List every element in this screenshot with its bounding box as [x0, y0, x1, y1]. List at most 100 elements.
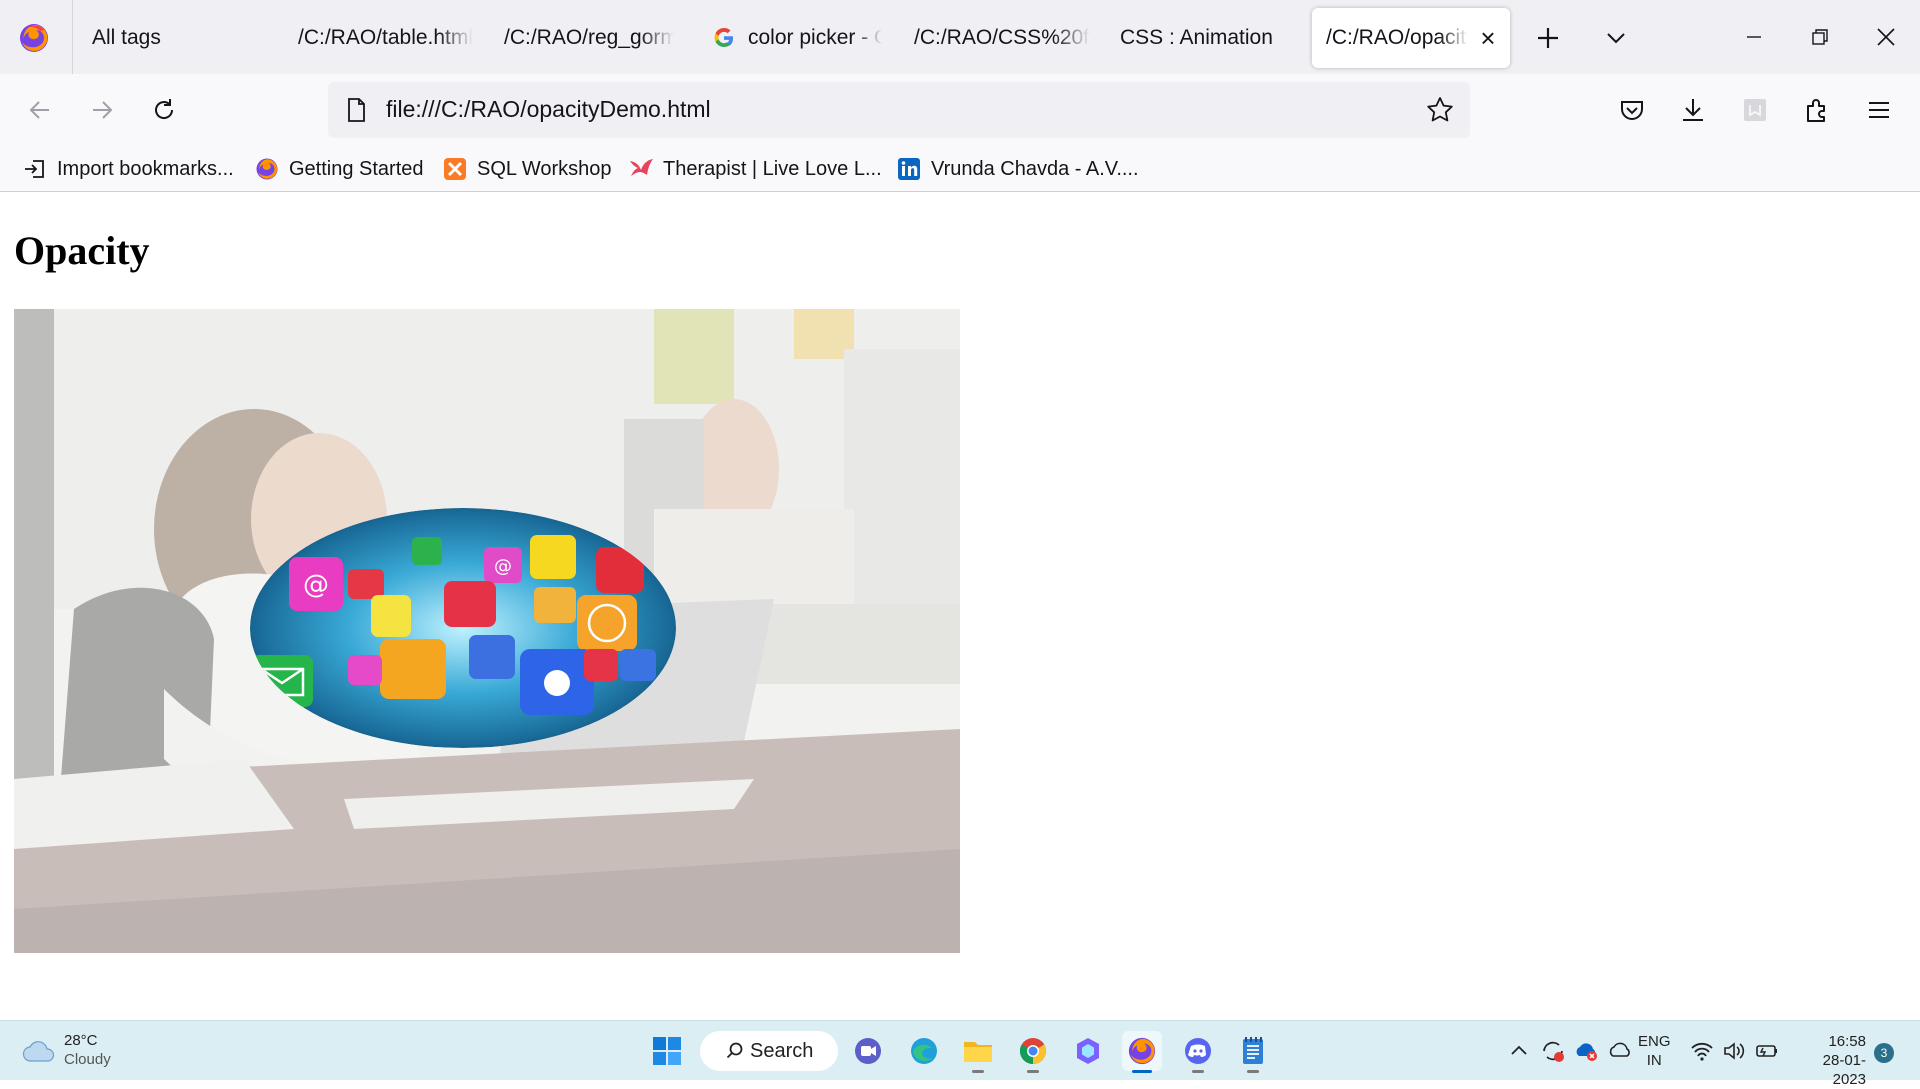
extension-button[interactable]	[1733, 88, 1777, 132]
puzzle-icon	[1807, 99, 1825, 122]
new-tab-button[interactable]	[1528, 18, 1568, 58]
running-indicator	[1027, 1070, 1039, 1073]
wifi-icon	[1691, 1042, 1713, 1061]
bookmark-sql-workshop[interactable]: SQL Workshop	[442, 152, 612, 186]
edge-browser-icon	[911, 1038, 937, 1064]
clock-date: 28-01-2023	[1822, 1052, 1866, 1088]
chrome-icon	[1019, 1038, 1047, 1065]
taskbar-meet[interactable]	[848, 1031, 888, 1071]
forward-button[interactable]	[80, 88, 124, 132]
weather-widget[interactable]: 28°C Cloudy	[22, 1031, 111, 1069]
taskbar-edge[interactable]	[904, 1031, 944, 1071]
firefox-icon	[254, 156, 280, 182]
battery-icon	[1756, 1045, 1777, 1057]
onedrive-error-icon[interactable]	[1574, 1038, 1600, 1064]
folder-icon	[964, 1042, 992, 1062]
url-bar[interactable]: file:///C:/RAO/opacityDemo.html	[328, 82, 1470, 138]
taskbar-chrome[interactable]	[1013, 1031, 1053, 1073]
quick-settings[interactable]	[1690, 1035, 1780, 1067]
start-button[interactable]	[647, 1031, 687, 1071]
language-code: ENG	[1638, 1033, 1671, 1050]
tab-label: /C:/RAO/opacity	[1326, 26, 1468, 49]
running-indicator	[1192, 1070, 1204, 1073]
tab-opacity-demo[interactable]: /C:/RAO/opacity ×	[1312, 8, 1510, 68]
video-chat-icon	[855, 1038, 881, 1064]
tab-label: /C:/RAO/reg_gorm...	[504, 26, 674, 49]
tab-label: /C:/RAO/table.html	[298, 26, 474, 49]
region-code: IN	[1646, 1052, 1662, 1069]
url-text[interactable]: file:///C:/RAO/opacityDemo.html	[386, 96, 711, 123]
taskbar-firefox[interactable]	[1122, 1031, 1162, 1073]
svg-text:@: @	[494, 556, 512, 577]
notepad-icon	[1243, 1037, 1263, 1064]
linkedin-icon	[896, 156, 922, 182]
bookmark-star-icon[interactable]	[1424, 94, 1456, 126]
bookmark-label: Vrunda Chavda - A.V....	[931, 157, 1139, 180]
tab-table-html[interactable]: /C:/RAO/table.html	[298, 8, 474, 68]
onedrive-icon[interactable]	[1608, 1038, 1634, 1064]
tab-color-picker[interactable]: color picker - G	[712, 8, 882, 68]
back-button[interactable]	[18, 88, 62, 132]
reload-icon	[155, 99, 174, 119]
search-icon	[726, 1042, 743, 1059]
firefox-menu-icon[interactable]	[18, 22, 50, 54]
tab-strip: All tags /C:/RAO/table.html /C:/RAO/reg_…	[0, 0, 1920, 74]
taskbar-file-explorer[interactable]	[958, 1031, 998, 1073]
firefox-icon	[1128, 1037, 1156, 1065]
tab-separator	[72, 0, 73, 74]
minimize-button[interactable]	[1722, 0, 1786, 74]
arrow-left-icon	[29, 101, 49, 119]
chevron-up-icon[interactable]	[1508, 1040, 1530, 1062]
minimize-icon	[1747, 36, 1761, 38]
system-tray	[1508, 1035, 1634, 1067]
input-language[interactable]: ENG IN	[1638, 1032, 1671, 1070]
windows-logo-icon	[653, 1037, 681, 1065]
svg-text:@: @	[303, 570, 329, 600]
sync-icon[interactable]	[1540, 1038, 1566, 1064]
taskbar-search[interactable]: Search	[700, 1031, 838, 1071]
bookmarks-toolbar: Import bookmarks... Getting Started SQL …	[0, 146, 1920, 192]
tab-all-tags[interactable]: All tags	[92, 8, 282, 68]
pocket-icon	[1621, 101, 1643, 120]
clock-time: 16:58	[1828, 1033, 1866, 1050]
downloads-button[interactable]	[1671, 88, 1715, 132]
list-all-tabs-button[interactable]	[1596, 18, 1636, 58]
extensions-menu-button[interactable]	[1795, 88, 1839, 132]
tab-reg-gorm[interactable]: /C:/RAO/reg_gorm...	[504, 8, 674, 68]
clock[interactable]: 16:58 28-01-2023	[1790, 1032, 1866, 1089]
pocket-button[interactable]	[1610, 88, 1654, 132]
close-tab-icon[interactable]: ×	[1474, 23, 1502, 54]
bookmark-getting-started[interactable]: Getting Started	[254, 152, 424, 186]
app-menu-button[interactable]	[1857, 88, 1901, 132]
search-label: Search	[750, 1039, 814, 1062]
close-window-button[interactable]	[1854, 0, 1918, 74]
page-info-icon[interactable]	[342, 96, 370, 124]
bird-icon	[628, 156, 654, 182]
plus-icon	[1538, 28, 1558, 48]
tab-label: CSS : Animation	[1120, 26, 1273, 49]
page-content: Opacity @ @	[0, 193, 1920, 1020]
navigation-toolbar: file:///C:/RAO/opacityDemo.html	[0, 74, 1920, 146]
taskbar-copilot[interactable]	[1068, 1031, 1108, 1071]
restore-button[interactable]	[1788, 0, 1852, 74]
reload-button[interactable]	[142, 88, 186, 132]
tab-css-animation[interactable]: CSS : Animation	[1120, 8, 1290, 68]
bookmark-label: Getting Started	[289, 157, 424, 180]
taskbar-notepad[interactable]	[1233, 1031, 1273, 1073]
google-icon	[714, 28, 733, 47]
download-icon	[1683, 99, 1703, 121]
cloud-icon	[22, 1041, 55, 1062]
bookmark-therapist[interactable]: Therapist | Live Love L...	[628, 152, 882, 186]
office-scene-image: @ @	[14, 309, 960, 953]
running-indicator	[972, 1070, 984, 1073]
taskbar-discord[interactable]	[1178, 1031, 1218, 1073]
notification-badge[interactable]: 3	[1874, 1043, 1894, 1063]
volume-icon	[1724, 1042, 1745, 1060]
hamburger-menu-icon	[1869, 102, 1889, 118]
import-icon	[22, 156, 48, 182]
bookmark-import[interactable]: Import bookmarks...	[22, 152, 234, 186]
discord-icon	[1185, 1038, 1211, 1064]
tab-css-flex[interactable]: /C:/RAO/CSS%20fle	[914, 8, 1090, 68]
arrow-right-icon	[93, 101, 113, 119]
bookmark-linkedin[interactable]: Vrunda Chavda - A.V....	[896, 152, 1139, 186]
